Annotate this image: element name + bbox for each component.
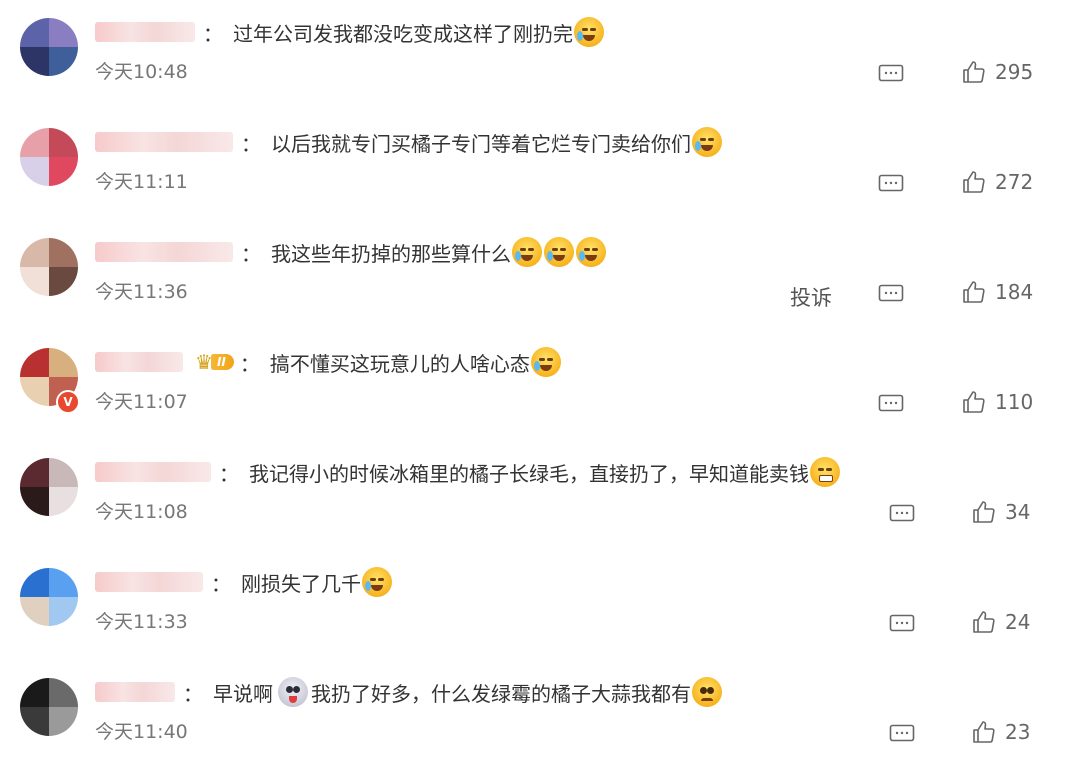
comment-item: ： 过年公司发我都没吃变成这样了刚扔完今天10:48 295	[0, 0, 1080, 110]
rank-level-label: II	[210, 354, 234, 370]
separator: ：	[211, 571, 231, 596]
avatar[interactable]	[20, 568, 78, 626]
comment-time: 今天11:11	[95, 171, 188, 193]
username-blurred[interactable]	[95, 242, 233, 262]
thumbs-up-icon[interactable]	[972, 720, 996, 744]
reply-comment-icon[interactable]	[878, 174, 904, 194]
comment-time: 今天11:33	[95, 611, 188, 633]
thumbs-up-icon[interactable]	[972, 610, 996, 634]
plead-emoji-icon	[692, 677, 722, 707]
laugh-emoji-icon	[512, 237, 542, 267]
like-count: 295	[995, 60, 1034, 84]
cry-emoji-icon	[362, 567, 392, 597]
laugh-emoji-icon	[544, 237, 574, 267]
comment-time: 今天10:48	[95, 61, 188, 83]
thumbs-up-icon[interactable]	[972, 500, 996, 524]
comment-text: 搞不懂买这玩意儿的人啥心态	[269, 351, 530, 376]
avatar[interactable]	[20, 128, 78, 186]
reply-comment-icon[interactable]	[878, 284, 904, 304]
comment-time: 今天11:07	[95, 391, 188, 413]
comment-text: 我这些年扔掉的那些算什么	[271, 241, 511, 266]
username-blurred[interactable]	[95, 132, 233, 152]
reply-comment-icon[interactable]	[889, 724, 915, 744]
avatar[interactable]	[20, 238, 78, 296]
like-count: 184	[995, 280, 1034, 304]
separator: ：	[241, 131, 261, 156]
cry-emoji-icon	[574, 17, 604, 47]
avatar[interactable]	[20, 678, 78, 736]
comment-text: 我记得小的时候冰箱里的橘子长绿毛，直接扔了，早知道能卖钱	[249, 461, 809, 486]
username-blurred[interactable]	[95, 682, 175, 702]
laugh-emoji-icon	[576, 237, 606, 267]
separator: ：	[241, 241, 261, 266]
thumbs-up-icon[interactable]	[962, 170, 986, 194]
reply-comment-icon[interactable]	[889, 504, 915, 524]
comment-time: 今天11:40	[95, 721, 188, 743]
thumbs-up-icon[interactable]	[962, 280, 986, 304]
cry-emoji-icon	[692, 127, 722, 157]
like-count: 272	[995, 170, 1034, 194]
comment-text: 早说啊	[213, 681, 273, 706]
comment-item: ： 早说啊 我扔了好多，什么发绿霉的橘子大蒜我都有今天11:40 23	[0, 660, 1080, 770]
comment-item: V ♛ II： 搞不懂买这玩意儿的人啥心态今天11:07 110	[0, 330, 1080, 440]
comment-time: 今天11:08	[95, 501, 188, 523]
thumbs-up-icon[interactable]	[962, 390, 986, 414]
comment-item: ： 以后我就专门买橘子专门等着它烂专门卖给你们今天11:11 272	[0, 110, 1080, 220]
comment-text: 我扔了好多，什么发绿霉的橘子大蒜我都有	[311, 681, 691, 706]
laugh-emoji-icon	[530, 347, 561, 377]
separator: ：	[183, 681, 203, 706]
clap-emoji-icon	[810, 457, 840, 487]
like-count: 34	[1005, 500, 1031, 524]
comment-time: 今天11:36	[95, 281, 188, 303]
separator: ：	[203, 21, 223, 46]
avatar[interactable]	[20, 458, 78, 516]
separator: ：	[239, 351, 260, 376]
username-blurred[interactable]	[95, 22, 195, 42]
rank-badge[interactable]: ♛ II	[195, 352, 234, 372]
username-blurred[interactable]	[95, 462, 211, 482]
skull-emoji-icon	[278, 677, 308, 707]
like-count: 23	[1005, 720, 1031, 744]
username-blurred[interactable]	[95, 352, 183, 372]
comment-text: 刚损失了几千	[241, 571, 361, 596]
report-button[interactable]: 投诉	[790, 282, 832, 312]
username-blurred[interactable]	[95, 572, 203, 592]
comment-item: ： 我这些年扔掉的那些算什么今天11:36 投诉 184	[0, 220, 1080, 330]
comment-text: 以后我就专门买橘子专门等着它烂专门卖给你们	[271, 131, 691, 156]
like-count: 24	[1005, 610, 1031, 634]
separator: ：	[219, 461, 239, 486]
avatar[interactable]	[20, 18, 78, 76]
comment-item: ： 刚损失了几千今天11:33 24	[0, 550, 1080, 660]
comment-text: 过年公司发我都没吃变成这样了刚扔完	[233, 21, 573, 46]
thumbs-up-icon[interactable]	[962, 60, 986, 84]
verified-badge-icon: V	[56, 390, 80, 414]
reply-comment-icon[interactable]	[889, 614, 915, 634]
like-count: 110	[995, 390, 1034, 414]
comment-item: ： 我记得小的时候冰箱里的橘子长绿毛，直接扔了，早知道能卖钱今天11:08 34	[0, 440, 1080, 550]
reply-comment-icon[interactable]	[878, 64, 904, 84]
reply-comment-icon[interactable]	[878, 394, 904, 414]
